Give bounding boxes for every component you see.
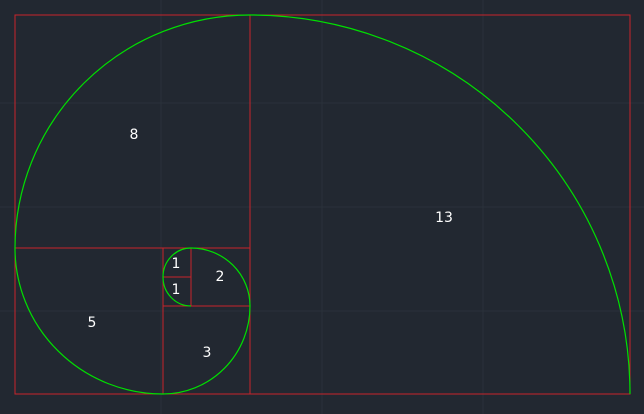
label-1a: 1: [172, 256, 181, 272]
square-13: [249, 14, 631, 395]
label-1b: 1: [172, 282, 181, 298]
label-5: 5: [88, 315, 97, 331]
label-3: 3: [203, 345, 212, 361]
background-grid: [0, 0, 644, 414]
fibonacci-spiral-diagram: 13 8 5 3 2 1 1: [0, 0, 644, 414]
label-8: 8: [130, 127, 139, 143]
square-labels: 13 8 5 3 2 1 1: [88, 127, 453, 361]
label-2: 2: [216, 269, 225, 285]
label-13: 13: [435, 210, 453, 226]
